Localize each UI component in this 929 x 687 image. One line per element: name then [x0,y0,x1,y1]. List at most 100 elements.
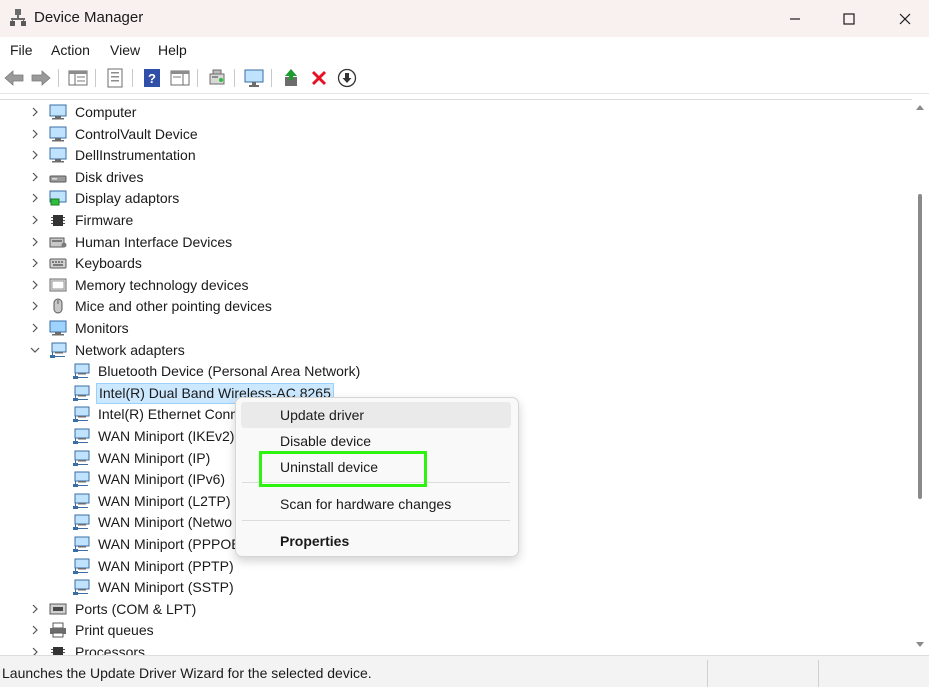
scroll-down-arrow-icon[interactable] [916,642,924,647]
tree-device-row[interactable]: Bluetooth Device (Personal Area Network) [0,361,912,382]
tree-item-label: WAN Miniport (PPPOE [98,536,241,552]
uninstall-button[interactable] [308,67,330,89]
download-button[interactable] [336,67,358,89]
network-icon [73,579,90,596]
monitor-icon [244,69,264,87]
device-manager-app-icon [10,9,26,26]
display-adapter-icon [49,190,67,206]
title-bar: Device Manager [0,0,929,37]
device-tree[interactable]: Computer ControlVault Device DellInstrumen… [0,99,912,655]
chevron-right-icon[interactable] [30,129,40,139]
chevron-right-icon[interactable] [30,625,40,635]
tree-item-label: WAN Miniport (IPv6) [98,471,226,488]
context-item-properties[interactable]: Properties [280,533,349,549]
back-button[interactable] [3,67,25,89]
tree-category-row[interactable]: Network adapters [0,340,912,361]
download-icon [337,68,357,88]
forward-button[interactable] [30,67,52,89]
tree-category-row[interactable]: Disk drives [0,167,912,188]
network-icon [73,363,90,380]
chevron-right-icon[interactable] [30,647,40,655]
chevron-right-icon[interactable] [30,215,40,225]
tree-item-label: Print queues [75,622,154,639]
chevron-down-icon[interactable] [30,345,40,355]
network-icon [73,450,90,466]
context-item-disable-device[interactable]: Disable device [280,433,371,449]
menu-help[interactable]: Help [158,42,187,58]
tree-item-label: Disk drives [75,168,144,185]
tree-category-row[interactable]: Human Interface Devices [0,232,912,253]
tree-item-label: Memory technology devices [75,276,249,293]
uninstall-x-icon [311,70,327,86]
vertical-scrollbar[interactable] [912,99,929,654]
chevron-right-icon[interactable] [30,150,40,160]
chevron-right-icon[interactable] [30,280,40,290]
context-item-update-driver[interactable]: Update driver [280,407,364,423]
tree-item-label: Monitors [75,320,129,336]
tree-item-label: Network adapters [75,341,185,358]
update-driver-icon [285,69,297,86]
mouse-icon [53,298,63,314]
disk-drive-icon [49,175,67,183]
tree-device-row[interactable]: WAN Miniport (SSTP) [0,577,912,598]
chevron-right-icon[interactable] [30,258,40,268]
chevron-right-icon[interactable] [30,193,40,203]
monitor-button[interactable] [243,67,265,89]
tree-category-row[interactable]: Display adaptors [0,188,912,209]
tree-item-label: WAN Miniport (L2TP) [98,492,231,509]
tree-item-label: Computer [75,104,137,120]
tree-category-row[interactable]: Processors [0,642,912,655]
menu-file[interactable]: File [10,42,33,58]
maximize-icon [843,12,855,25]
chevron-right-icon[interactable] [30,172,40,182]
chevron-right-icon[interactable] [30,323,40,333]
toolbar: ? [0,63,929,94]
maximize-button[interactable] [821,0,877,37]
show-hide-tree-icon [68,70,88,86]
toolbar-separator [197,69,198,87]
menu-bar: File Action View Help [0,37,929,63]
properties-button[interactable] [104,67,126,89]
tree-category-row[interactable]: ControlVault Device [0,124,912,145]
properties-icon [107,68,123,88]
chevron-right-icon[interactable] [30,107,40,117]
status-divider [707,660,708,687]
network-icon [73,493,90,509]
tree-category-row[interactable]: Computer [0,102,912,123]
tree-item-label: DellInstrumentation [75,147,196,164]
help-button[interactable]: ? [141,67,163,89]
scrollbar-thumb[interactable] [918,194,922,499]
tree-category-row[interactable]: Mice and other pointing devices [0,296,912,317]
close-button[interactable] [877,0,929,37]
chevron-right-icon[interactable] [30,237,40,247]
chevron-right-icon[interactable] [30,301,40,311]
action-pane-icon [170,70,190,86]
tree-category-row[interactable]: Monitors [0,318,912,339]
device-monitor-icon [49,126,67,142]
scroll-up-arrow-icon[interactable] [916,105,924,110]
scan-hardware-button[interactable] [206,67,228,89]
chevron-right-icon[interactable] [30,604,40,614]
memory-icon [49,278,67,292]
context-item-scan-hardware[interactable]: Scan for hardware changes [280,496,451,512]
tree-device-row[interactable]: WAN Miniport (PPTP) [0,556,912,577]
tree-category-row[interactable]: DellInstrumentation [0,145,912,166]
minimize-button[interactable] [767,0,823,37]
tree-category-row[interactable]: Firmware [0,210,912,231]
tree-item-label: Bluetooth Device (Personal Area Network) [98,363,361,380]
toolbar-separator [271,69,272,87]
tree-category-row[interactable]: Print queues [0,620,912,641]
network-icon [73,428,90,444]
show-hide-tree-button[interactable] [67,67,89,89]
menu-view[interactable]: View [110,42,140,58]
forward-arrow-icon [31,70,51,86]
tree-category-row[interactable]: Ports (COM & LPT) [0,599,912,620]
tree-item-label: Ports (COM & LPT) [75,600,197,617]
tree-category-row[interactable]: Memory technology devices [0,275,912,296]
toolbar-separator [95,69,96,87]
menu-action[interactable]: Action [51,42,90,58]
update-driver-button[interactable] [281,67,303,89]
tree-category-row[interactable]: Keyboards [0,253,912,274]
tree-item-label: Display adaptors [75,190,180,207]
action-pane-button[interactable] [169,67,191,89]
